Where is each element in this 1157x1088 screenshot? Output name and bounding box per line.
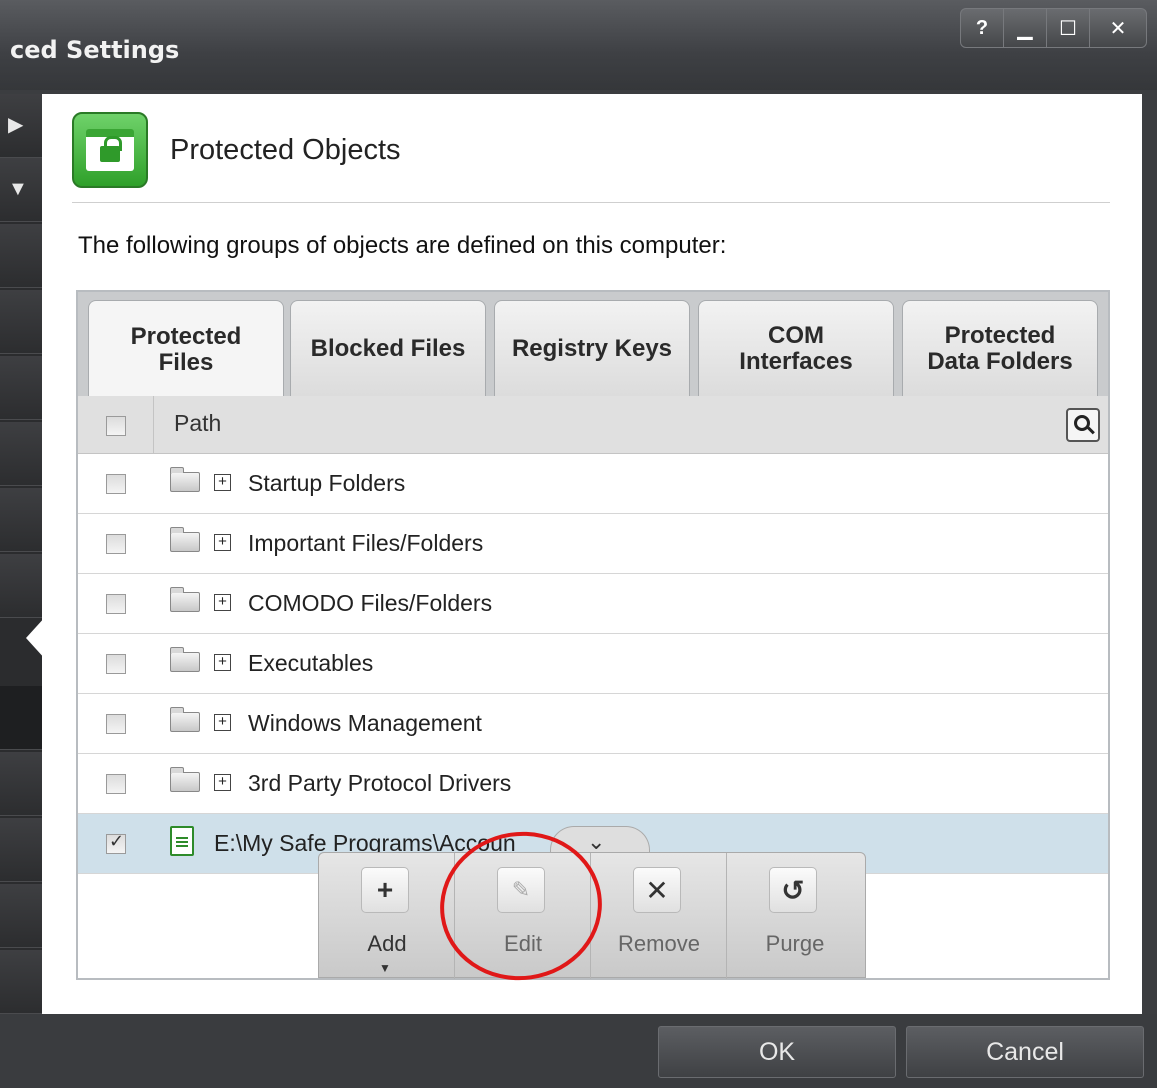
sidebar-item[interactable] bbox=[0, 950, 42, 1014]
sidebar-item[interactable] bbox=[0, 422, 42, 486]
chevron-down-icon: ▼ bbox=[8, 178, 28, 200]
sidebar-item[interactable] bbox=[0, 884, 42, 948]
intro-text: The following groups of objects are defi… bbox=[78, 232, 727, 259]
select-all-checkbox[interactable] bbox=[106, 416, 126, 436]
folder-icon bbox=[170, 587, 200, 612]
window-title: ced Settings bbox=[10, 36, 180, 64]
add-label: Add bbox=[367, 931, 407, 956]
folder-icon bbox=[170, 527, 200, 552]
tab-blocked-files[interactable]: Blocked Files bbox=[290, 300, 486, 396]
minimize-button[interactable]: ▁ bbox=[1003, 8, 1047, 48]
row-label: COMODO Files/Folders bbox=[248, 590, 493, 616]
tab-protected-data-folders[interactable]: Protected Data Folders bbox=[902, 300, 1098, 396]
tab-protected-files[interactable]: Protected Files bbox=[88, 300, 284, 398]
window-controls: ? ▁ ☐ ✕ bbox=[960, 8, 1147, 48]
row-checkbox[interactable] bbox=[106, 474, 126, 494]
tab-com-interfaces[interactable]: COM Interfaces bbox=[698, 300, 894, 396]
remove-x-icon: ✕ bbox=[633, 867, 681, 913]
remove-label: Remove bbox=[618, 931, 700, 956]
page-title: Protected Objects bbox=[170, 134, 401, 166]
dialog-button-bar: OK Cancel bbox=[0, 1014, 1157, 1088]
purge-button[interactable]: ↺ Purge bbox=[727, 853, 863, 979]
expand-icon[interactable]: + bbox=[214, 714, 231, 731]
table-row[interactable]: + COMODO Files/Folders bbox=[78, 574, 1108, 634]
path-column-label[interactable]: Path bbox=[174, 410, 221, 437]
expand-icon[interactable]: + bbox=[214, 774, 231, 791]
dropdown-arrow-icon[interactable]: ▼ bbox=[379, 961, 391, 975]
ok-button[interactable]: OK bbox=[658, 1026, 896, 1078]
chevron-right-icon: ▶ bbox=[8, 114, 24, 136]
row-label: 3rd Party Protocol Drivers bbox=[248, 770, 512, 796]
help-button[interactable]: ? bbox=[960, 8, 1004, 48]
select-all-cell bbox=[78, 396, 154, 454]
table-row[interactable]: + Executables bbox=[78, 634, 1108, 694]
row-checkbox[interactable] bbox=[106, 654, 126, 674]
column-header: Path bbox=[78, 396, 1108, 454]
table-row[interactable]: + 3rd Party Protocol Drivers bbox=[78, 754, 1108, 814]
sidebar-item[interactable] bbox=[0, 488, 42, 552]
sidebar-item[interactable] bbox=[0, 554, 42, 618]
folder-icon bbox=[170, 647, 200, 672]
cancel-button[interactable]: Cancel bbox=[906, 1026, 1144, 1078]
row-checkbox[interactable] bbox=[106, 714, 126, 734]
folder-icon bbox=[170, 707, 200, 732]
table-row[interactable]: + Startup Folders bbox=[78, 454, 1108, 514]
remove-button[interactable]: ✕ Remove bbox=[591, 853, 727, 979]
close-button[interactable]: ✕ bbox=[1089, 8, 1147, 48]
tab-registry-keys[interactable]: Registry Keys bbox=[494, 300, 690, 396]
row-checkbox-checked[interactable] bbox=[106, 831, 126, 854]
sidebar-item[interactable] bbox=[0, 224, 42, 288]
protected-objects-lock-icon bbox=[72, 112, 148, 188]
row-checkbox[interactable] bbox=[106, 774, 126, 794]
tab-strip: Protected Files Blocked Files Registry K… bbox=[78, 292, 1108, 398]
row-label: Important Files/Folders bbox=[248, 530, 484, 556]
action-toolbar: + Add ▼ ✎ Edit ✕ Remove ↺ Purge bbox=[318, 852, 866, 979]
refresh-icon: ↺ bbox=[769, 867, 817, 913]
table-row[interactable]: + Important Files/Folders bbox=[78, 514, 1108, 574]
spreadsheet-file-icon bbox=[170, 826, 194, 856]
purge-label: Purge bbox=[765, 931, 825, 956]
expand-icon[interactable]: + bbox=[214, 654, 231, 671]
folder-icon bbox=[170, 467, 200, 492]
sidebar-item-active[interactable] bbox=[0, 686, 42, 750]
sidebar-item[interactable] bbox=[0, 818, 42, 882]
expand-icon[interactable]: + bbox=[214, 474, 231, 491]
expand-icon[interactable]: + bbox=[214, 594, 231, 611]
sidebar-item[interactable] bbox=[0, 752, 42, 816]
main-panel: Protected Objects The following groups o… bbox=[42, 94, 1142, 1014]
title-bar: ced Settings ? ▁ ☐ ✕ bbox=[0, 0, 1157, 90]
divider bbox=[72, 202, 1110, 203]
row-checkbox[interactable] bbox=[106, 534, 126, 554]
edit-button[interactable]: ✎ Edit bbox=[455, 853, 591, 979]
sidebar: ▶ ▼ bbox=[0, 94, 42, 1014]
add-button[interactable]: + Add ▼ bbox=[319, 853, 455, 979]
sidebar-item-collapsed[interactable]: ▶ bbox=[0, 94, 42, 158]
row-label: Windows Management bbox=[248, 710, 482, 736]
pencil-icon: ✎ bbox=[497, 867, 545, 913]
search-button[interactable] bbox=[1066, 408, 1100, 442]
expand-icon[interactable]: + bbox=[214, 534, 231, 551]
row-label: Executables bbox=[248, 650, 374, 676]
sidebar-item[interactable] bbox=[0, 290, 42, 354]
sidebar-item[interactable] bbox=[0, 356, 42, 420]
row-checkbox[interactable] bbox=[106, 594, 126, 614]
row-label: Startup Folders bbox=[248, 470, 406, 496]
sidebar-item-expanded[interactable]: ▼ bbox=[0, 158, 42, 222]
folder-icon bbox=[170, 767, 200, 792]
table-row[interactable]: + Windows Management bbox=[78, 694, 1108, 754]
edit-label: Edit bbox=[504, 931, 542, 956]
plus-icon: + bbox=[361, 867, 409, 913]
maximize-button[interactable]: ☐ bbox=[1046, 8, 1090, 48]
